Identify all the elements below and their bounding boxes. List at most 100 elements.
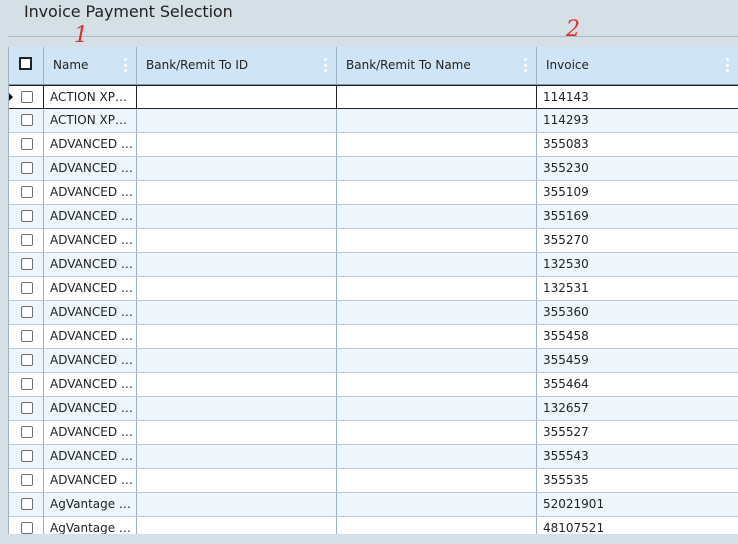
cell-bank-remit-to-name[interactable] — [337, 86, 537, 108]
table-row[interactable]: ACTION XP… 114293 — [9, 109, 738, 133]
table-row[interactable]: AgVantage … 52021901 — [9, 493, 738, 517]
cell-bank-remit-to-id[interactable] — [137, 493, 337, 516]
row-checkbox[interactable] — [21, 258, 33, 270]
cell-name[interactable]: ADVANCED … — [44, 397, 137, 420]
cell-name[interactable]: ADVANCED … — [44, 325, 137, 348]
row-checkbox[interactable] — [21, 330, 33, 342]
cell-name[interactable]: AgVantage … — [44, 493, 137, 516]
cell-invoice[interactable]: 52021901 — [537, 493, 738, 516]
cell-bank-remit-to-name[interactable] — [337, 421, 537, 444]
cell-bank-remit-to-name[interactable] — [337, 301, 537, 324]
kebab-menu-icon[interactable] — [324, 58, 327, 72]
cell-invoice[interactable]: 132531 — [537, 277, 738, 300]
cell-bank-remit-to-id[interactable] — [137, 253, 337, 276]
cell-name[interactable]: ADVANCED … — [44, 229, 137, 252]
table-row[interactable]: ADVANCED … 355230 — [9, 157, 738, 181]
cell-invoice[interactable]: 355535 — [537, 469, 738, 492]
cell-invoice[interactable]: 48107521 — [537, 517, 738, 534]
cell-bank-remit-to-name[interactable] — [337, 517, 537, 534]
cell-name[interactable]: ADVANCED … — [44, 445, 137, 468]
cell-name[interactable]: ADVANCED … — [44, 253, 137, 276]
cell-invoice[interactable]: 355458 — [537, 325, 738, 348]
row-checkbox[interactable] — [21, 282, 33, 294]
cell-name[interactable]: ADVANCED … — [44, 133, 137, 156]
cell-name[interactable]: ADVANCED … — [44, 181, 137, 204]
column-header-bank-remit-to-id[interactable]: Bank/Remit To ID — [137, 47, 337, 84]
cell-bank-remit-to-name[interactable] — [337, 109, 537, 132]
cell-bank-remit-to-name[interactable] — [337, 181, 537, 204]
cell-invoice[interactable]: 355360 — [537, 301, 738, 324]
cell-name[interactable]: ADVANCED … — [44, 277, 137, 300]
cell-bank-remit-to-id[interactable] — [137, 421, 337, 444]
cell-bank-remit-to-id[interactable] — [137, 445, 337, 468]
table-row[interactable]: ADVANCED … 355270 — [9, 229, 738, 253]
cell-bank-remit-to-name[interactable] — [337, 205, 537, 228]
column-header-name[interactable]: Name — [44, 47, 137, 84]
row-checkbox[interactable] — [21, 186, 33, 198]
cell-bank-remit-to-name[interactable] — [337, 373, 537, 396]
select-all-checkbox[interactable] — [19, 57, 32, 70]
cell-bank-remit-to-name[interactable] — [337, 253, 537, 276]
cell-bank-remit-to-name[interactable] — [337, 325, 537, 348]
cell-invoice[interactable]: 114143 — [537, 86, 738, 108]
row-checkbox[interactable] — [21, 91, 33, 103]
cell-invoice[interactable]: 132657 — [537, 397, 738, 420]
table-row[interactable]: ADVANCED … 355360 — [9, 301, 738, 325]
row-checkbox[interactable] — [21, 474, 33, 486]
table-row[interactable]: ACTION XP… 114143 — [9, 85, 738, 109]
row-checkbox[interactable] — [21, 306, 33, 318]
kebab-menu-icon[interactable] — [726, 58, 729, 72]
table-row[interactable]: ADVANCED … 132530 — [9, 253, 738, 277]
cell-name[interactable]: ADVANCED … — [44, 469, 137, 492]
cell-invoice[interactable]: 114293 — [537, 109, 738, 132]
cell-bank-remit-to-id[interactable] — [137, 349, 337, 372]
cell-name[interactable]: ACTION XP… — [44, 86, 137, 108]
cell-bank-remit-to-name[interactable] — [337, 469, 537, 492]
cell-bank-remit-to-name[interactable] — [337, 157, 537, 180]
column-header-invoice[interactable]: Invoice — [537, 47, 738, 84]
table-row[interactable]: AgVantage … 48107521 — [9, 517, 738, 534]
cell-invoice[interactable]: 355230 — [537, 157, 738, 180]
cell-invoice[interactable]: 132530 — [537, 253, 738, 276]
cell-bank-remit-to-id[interactable] — [137, 109, 337, 132]
row-checkbox[interactable] — [21, 402, 33, 414]
cell-name[interactable]: ADVANCED … — [44, 421, 137, 444]
cell-invoice[interactable]: 355109 — [537, 181, 738, 204]
cell-invoice[interactable]: 355169 — [537, 205, 738, 228]
row-checkbox[interactable] — [21, 522, 33, 534]
cell-invoice[interactable]: 355527 — [537, 421, 738, 444]
cell-bank-remit-to-name[interactable] — [337, 445, 537, 468]
cell-bank-remit-to-id[interactable] — [137, 397, 337, 420]
cell-bank-remit-to-id[interactable] — [137, 205, 337, 228]
cell-bank-remit-to-name[interactable] — [337, 493, 537, 516]
row-checkbox[interactable] — [21, 234, 33, 246]
cell-bank-remit-to-id[interactable] — [137, 469, 337, 492]
cell-name[interactable]: ACTION XP… — [44, 109, 137, 132]
row-checkbox[interactable] — [21, 378, 33, 390]
kebab-menu-icon[interactable] — [124, 58, 127, 72]
cell-invoice[interactable]: 355270 — [537, 229, 738, 252]
cell-bank-remit-to-id[interactable] — [137, 133, 337, 156]
cell-name[interactable]: ADVANCED … — [44, 157, 137, 180]
cell-name[interactable]: ADVANCED … — [44, 205, 137, 228]
row-checkbox[interactable] — [21, 114, 33, 126]
cell-invoice[interactable]: 355464 — [537, 373, 738, 396]
table-row[interactable]: ADVANCED … 355169 — [9, 205, 738, 229]
cell-bank-remit-to-id[interactable] — [137, 86, 337, 108]
table-row[interactable]: ADVANCED … 355083 — [9, 133, 738, 157]
cell-bank-remit-to-name[interactable] — [337, 397, 537, 420]
cell-invoice[interactable]: 355543 — [537, 445, 738, 468]
cell-name[interactable]: ADVANCED … — [44, 301, 137, 324]
cell-bank-remit-to-id[interactable] — [137, 181, 337, 204]
cell-bank-remit-to-id[interactable] — [137, 373, 337, 396]
kebab-menu-icon[interactable] — [524, 58, 527, 72]
row-checkbox[interactable] — [21, 426, 33, 438]
cell-name[interactable]: AgVantage … — [44, 517, 137, 534]
row-checkbox[interactable] — [21, 450, 33, 462]
table-row[interactable]: ADVANCED … 132657 — [9, 397, 738, 421]
table-row[interactable]: ADVANCED … 355535 — [9, 469, 738, 493]
table-row[interactable]: ADVANCED … 355109 — [9, 181, 738, 205]
cell-bank-remit-to-name[interactable] — [337, 277, 537, 300]
table-row[interactable]: ADVANCED … 355459 — [9, 349, 738, 373]
row-checkbox[interactable] — [21, 210, 33, 222]
